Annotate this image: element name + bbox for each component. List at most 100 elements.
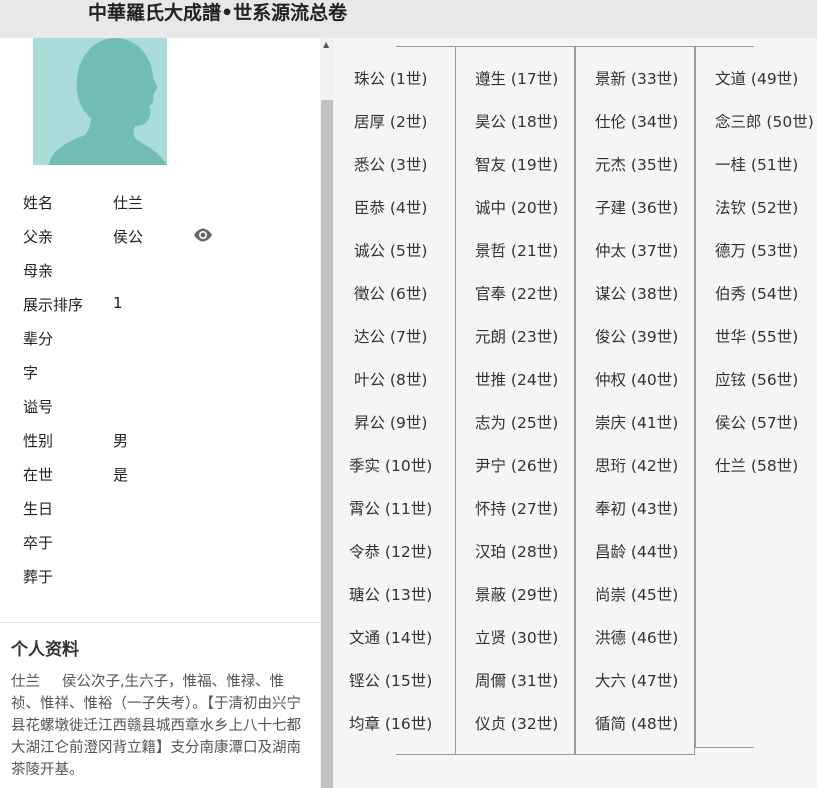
field-gender: 性别 男 xyxy=(23,426,313,460)
avatar xyxy=(33,38,167,165)
field-label: 父亲 xyxy=(23,228,54,246)
generation-entry[interactable]: 仪贞 (32世) xyxy=(475,712,559,736)
generation-entry[interactable]: 文道 (49世) xyxy=(715,67,799,91)
generation-entry[interactable]: 应铉 (56世) xyxy=(715,368,799,392)
field-label: 辈分 xyxy=(23,330,54,348)
generation-entry[interactable]: 立贤 (30世) xyxy=(475,626,559,650)
field-label: 字 xyxy=(23,364,39,382)
generation-entry[interactable]: 尚崇 (45世) xyxy=(595,583,679,607)
generation-entry[interactable]: 念三郎 (50世) xyxy=(715,110,814,134)
field-courtesy-name: 字 xyxy=(23,358,313,392)
bio-name: 仕兰 xyxy=(11,674,40,690)
generation-entry[interactable]: 子建 (36世) xyxy=(595,196,679,220)
field-value: 是 xyxy=(113,466,129,484)
generation-entry[interactable]: 法钦 (52世) xyxy=(715,196,799,220)
field-label: 卒于 xyxy=(23,534,54,552)
generation-entry[interactable]: 仕伦 (34世) xyxy=(595,110,679,134)
field-generation-name: 辈分 xyxy=(23,324,313,358)
field-father: 父亲 侯公 xyxy=(23,222,313,256)
field-buried: 葬于 xyxy=(23,562,313,596)
profile-fields: 姓名 仕兰 父亲 侯公 母亲 展示排序 1 辈分 字 谥号 性别 男 在世 是 生日 卒于… xyxy=(23,188,313,596)
generation-entry[interactable]: 伯秀 (54世) xyxy=(715,282,799,306)
generation-entry[interactable]: 悉公 (3世) xyxy=(354,153,428,177)
generation-entry[interactable]: 俊公 (39世) xyxy=(595,325,679,349)
field-label: 母亲 xyxy=(23,262,54,280)
scrollbar-thumb[interactable] xyxy=(321,100,333,788)
field-posthumous-name: 谥号 xyxy=(23,392,313,426)
generation-entry[interactable]: 大六 (47世) xyxy=(595,669,679,693)
generation-entry[interactable]: 洪德 (46世) xyxy=(595,626,679,650)
field-birthday: 生日 xyxy=(23,494,313,528)
generation-entry[interactable]: 令恭 (12世) xyxy=(349,540,433,564)
generation-entry[interactable]: 元朗 (23世) xyxy=(475,325,559,349)
generation-entry[interactable]: 志为 (25世) xyxy=(475,411,559,435)
field-label: 谥号 xyxy=(23,398,54,416)
generation-entry[interactable]: 智友 (19世) xyxy=(475,153,559,177)
generation-entry[interactable]: 叶公 (8世) xyxy=(354,368,428,392)
generation-entry[interactable]: 一桂 (51世) xyxy=(715,153,799,177)
generation-entry[interactable]: 周儞 (31世) xyxy=(475,669,559,693)
generation-entry[interactable]: 尹宁 (26世) xyxy=(475,454,559,478)
field-label: 展示排序 xyxy=(23,296,84,314)
generation-entry[interactable]: 德万 (53世) xyxy=(715,239,799,263)
generation-entry[interactable]: 均章 (16世) xyxy=(349,712,433,736)
top-bar: 中華羅氏大成譜•世系源流总卷 xyxy=(0,0,817,38)
generation-entry[interactable]: 怀持 (27世) xyxy=(475,497,559,521)
eye-icon[interactable] xyxy=(193,228,213,246)
generation-entry[interactable]: 元杰 (35世) xyxy=(595,153,679,177)
bio-body: 侯公次子,生六子，惟福、惟禄、惟祯、惟祥、惟裕（一子失考）。【于清初由兴宁县花螺… xyxy=(11,674,301,778)
generation-entry[interactable]: 谋公 (38世) xyxy=(595,282,679,306)
bio-heading: 个人资料 xyxy=(11,640,79,660)
generation-entry[interactable]: 昌龄 (44世) xyxy=(595,540,679,564)
field-label: 生日 xyxy=(23,500,54,518)
generation-entry[interactable]: 景新 (33世) xyxy=(595,67,679,91)
bio-text: 仕兰 侯公次子,生六子，惟福、惟禄、惟祯、惟祥、惟裕（一子失考）。【于清初由兴宁县… xyxy=(11,671,306,781)
profile-panel: 姓名 仕兰 父亲 侯公 母亲 展示排序 1 辈分 字 谥号 性别男 在世是 生日 卒于… xyxy=(0,38,320,788)
divider xyxy=(0,622,320,623)
generation-entry[interactable]: 文通 (14世) xyxy=(349,626,433,650)
field-label: 性别 xyxy=(23,432,54,450)
generation-entry[interactable]: 思珩 (42世) xyxy=(595,454,679,478)
generation-entry[interactable]: 昇公 (9世) xyxy=(354,411,428,435)
generation-entry[interactable]: 居厚 (2世) xyxy=(354,110,428,134)
lineage-connector xyxy=(695,46,754,748)
generation-entry[interactable]: 仲太 (37世) xyxy=(595,239,679,263)
field-living: 在世 是 xyxy=(23,460,313,494)
generation-entry[interactable]: 汉珀 (28世) xyxy=(475,540,559,564)
generation-entry[interactable]: 侯公 (57世) xyxy=(715,411,799,435)
generation-entry[interactable]: 诚中 (20世) xyxy=(475,196,559,220)
generation-entry[interactable]: 仲权 (40世) xyxy=(595,368,679,392)
generation-entry[interactable]: 世华 (55世) xyxy=(715,325,799,349)
generation-entry[interactable]: 诚公 (5世) xyxy=(354,239,428,263)
generation-entry[interactable]: 崇庆 (41世) xyxy=(595,411,679,435)
field-label: 葬于 xyxy=(23,568,54,586)
generation-entry[interactable]: 景哲 (21世) xyxy=(475,239,559,263)
field-value: 1 xyxy=(113,294,123,312)
generation-entry[interactable]: 珠公 (1世) xyxy=(354,67,428,91)
field-value: 男 xyxy=(113,432,129,450)
generation-entry[interactable]: 景蔽 (29世) xyxy=(475,583,559,607)
generation-entry[interactable]: 臣恭 (4世) xyxy=(354,196,428,220)
page-title: 中華羅氏大成譜•世系源流总卷 xyxy=(88,2,348,24)
generation-entry[interactable]: 仕兰 (58世) xyxy=(715,454,799,478)
generation-entry[interactable]: 昊公 (18世) xyxy=(475,110,559,134)
field-mother: 母亲 xyxy=(23,256,313,290)
generation-entry[interactable]: 循简 (48世) xyxy=(595,712,679,736)
generation-entry[interactable]: 瑭公 (13世) xyxy=(349,583,433,607)
scrollbar[interactable]: ▲ xyxy=(320,38,334,788)
generation-entry[interactable]: 徵公 (6世) xyxy=(354,282,428,306)
generation-entry[interactable]: 达公 (7世) xyxy=(354,325,428,349)
scroll-up-icon[interactable]: ▲ xyxy=(323,40,329,49)
field-value: 仕兰 xyxy=(113,194,144,212)
field-label: 姓名 xyxy=(23,194,54,212)
field-display-order: 展示排序 1 xyxy=(23,290,313,324)
generation-entry[interactable]: 遵生 (17世) xyxy=(475,67,559,91)
generation-entry[interactable]: 世推 (24世) xyxy=(475,368,559,392)
field-value: 侯公 xyxy=(113,228,144,246)
generation-entry[interactable]: 官奉 (22世) xyxy=(475,282,559,306)
generation-entry[interactable]: 铿公 (15世) xyxy=(349,669,433,693)
lineage-panel: 珠公 (1世) 居厚 (2世) 悉公 (3世) 臣恭 (4世) 诚公 (5世) 徵公 (6… xyxy=(334,38,817,788)
generation-entry[interactable]: 季实 (10世) xyxy=(349,454,433,478)
generation-entry[interactable]: 奉初 (43世) xyxy=(595,497,679,521)
generation-entry[interactable]: 霄公 (11世) xyxy=(349,497,433,521)
